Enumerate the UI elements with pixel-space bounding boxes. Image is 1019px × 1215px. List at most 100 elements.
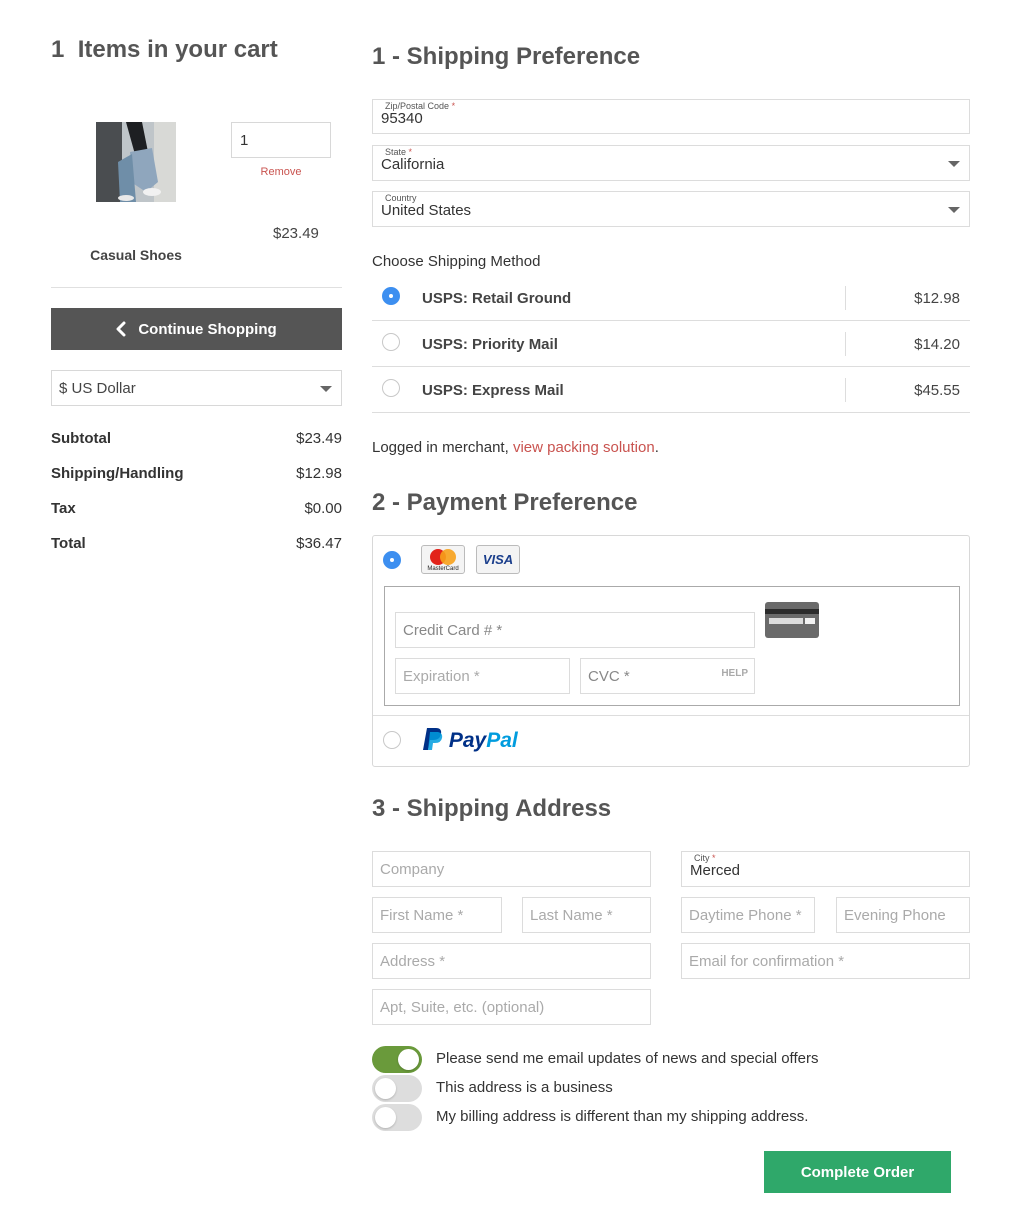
currency-select[interactable]: $ US Dollar [51,370,342,406]
card-radio-selected[interactable] [383,551,401,569]
total-value: $36.47 [296,535,342,552]
cart-title: 1 Items in your cart [51,36,278,64]
paypal-icon [423,728,443,750]
evening-phone-placeholder: Evening Phone [844,906,946,924]
visa-icon: VISA [476,545,520,574]
country-value: United States [381,202,472,219]
company-placeholder: Company [380,860,445,878]
email-placeholder: Email for confirmation * [689,952,845,970]
daytime-phone-input[interactable]: Daytime Phone * [681,897,815,933]
subtotal-label: Subtotal [51,430,111,447]
address-placeholder: Address * [380,952,446,970]
expiration-placeholder: Expiration * [403,667,480,685]
zip-value: 95340 [381,110,423,127]
last-name-input[interactable]: Last Name * [522,897,651,933]
email-updates-label: Please send me email updates of news and… [436,1050,819,1067]
shipping-address-title: 3 - Shipping Address [372,795,612,822]
total-row: Total $36.47 [51,535,342,570]
shipping-option-name: USPS: Priority Mail [422,336,558,353]
card-back-icon [765,602,819,638]
merchant-note-text: Logged in merchant, [372,439,513,456]
shipping-row: Shipping/Handling $12.98 [51,465,342,500]
business-address-toggle[interactable] [372,1075,422,1102]
shipping-method-title: Choose Shipping Method [372,253,541,270]
city-value: Merced [690,862,741,879]
order-totals: Subtotal $23.49 Shipping/Handling $12.98… [51,430,342,570]
tax-row: Tax $0.00 [51,500,342,535]
continue-shopping-button[interactable]: Continue Shopping [51,308,342,350]
shipping-option-retail-ground[interactable]: USPS: Retail Ground $12.98 [372,275,970,321]
merchant-note-end: . [654,439,659,456]
item-name: Casual Shoes [90,247,182,263]
credit-card-form: Credit Card # * Expiration * CVC * HELP [384,586,960,706]
city-input[interactable]: City * Merced [681,851,970,887]
radio-selected[interactable] [382,287,400,305]
email-input[interactable]: Email for confirmation * [681,943,970,979]
shipping-option-name: USPS: Retail Ground [422,290,572,307]
paypal-radio-unselected[interactable] [383,731,401,749]
item-price: $23.49 [273,225,319,242]
daytime-phone-placeholder: Daytime Phone * [689,906,802,924]
address-input[interactable]: Address * [372,943,651,979]
cart-divider [51,287,342,288]
cart-count: 1 [51,36,65,63]
merchant-note: Logged in merchant, view packing solutio… [372,439,659,456]
tax-value: $0.00 [304,500,342,517]
shipping-option-priority-mail[interactable]: USPS: Priority Mail $14.20 [372,321,970,367]
cvc-placeholder: CVC * [588,667,630,685]
currency-value: $ US Dollar [59,380,136,397]
state-select[interactable]: State * California [372,145,970,181]
chevron-down-icon [320,386,332,392]
paypal-pay-text: Pay [448,729,487,752]
billing-different-label: My billing address is different than my … [436,1108,809,1125]
payment-box: MasterCard VISA Credit Card # * Expirati… [372,535,970,767]
radio-unselected[interactable] [382,379,400,397]
paypal-pal-text: Pal [486,729,518,752]
paypal-logo: PayPal [423,727,518,753]
last-name-placeholder: Last Name * [530,906,613,924]
radio-unselected[interactable] [382,333,400,351]
tax-label: Tax [51,500,76,517]
apt-suite-input[interactable]: Apt, Suite, etc. (optional) [372,989,651,1025]
subtotal-row: Subtotal $23.49 [51,430,342,465]
continue-shopping-label: Continue Shopping [138,320,277,338]
state-value: California [381,156,445,173]
cvc-help-link[interactable]: HELP [721,668,748,679]
billing-different-toggle[interactable] [372,1104,422,1131]
remove-link[interactable]: Remove [231,166,331,178]
shipping-value: $12.98 [296,465,342,482]
mastercard-icon: MasterCard [421,545,465,574]
chevron-down-icon [948,161,960,167]
product-image [96,122,176,202]
email-updates-toggle[interactable] [372,1046,422,1073]
shipping-label: Shipping/Handling [51,465,184,482]
total-label: Total [51,535,86,552]
credit-card-input[interactable]: Credit Card # * [395,612,755,648]
visa-label: VISA [483,552,513,567]
business-address-label: This address is a business [436,1079,613,1096]
shipping-option-price: $12.98 [914,290,960,307]
first-name-placeholder: First Name * [380,906,464,924]
quantity-input[interactable]: 1 [231,122,331,158]
expiration-input[interactable]: Expiration * [395,658,570,694]
shipping-option-price: $45.55 [914,382,960,399]
chevron-left-icon [116,321,126,337]
shipping-option-name: USPS: Express Mail [422,382,564,399]
chevron-down-icon [948,207,960,213]
packing-solution-link[interactable]: view packing solution [513,439,655,456]
shipping-option-price: $14.20 [914,336,960,353]
company-input[interactable]: Company [372,851,651,887]
country-select[interactable]: Country United States [372,191,970,227]
first-name-input[interactable]: First Name * [372,897,502,933]
subtotal-value: $23.49 [296,430,342,447]
cvc-input[interactable]: CVC * HELP [580,658,755,694]
zip-field[interactable]: Zip/Postal Code * 95340 [372,99,970,134]
apt-suite-placeholder: Apt, Suite, etc. (optional) [380,998,545,1016]
shipping-option-express-mail[interactable]: USPS: Express Mail $45.55 [372,367,970,413]
evening-phone-input[interactable]: Evening Phone [836,897,970,933]
complete-order-button[interactable]: Complete Order [764,1151,951,1193]
cart-title-text: Items in your cart [77,36,278,63]
mastercard-label: MasterCard [427,566,458,572]
payment-preference-title: 2 - Payment Preference [372,489,638,516]
shipping-preference-title: 1 - Shipping Preference [372,43,641,70]
